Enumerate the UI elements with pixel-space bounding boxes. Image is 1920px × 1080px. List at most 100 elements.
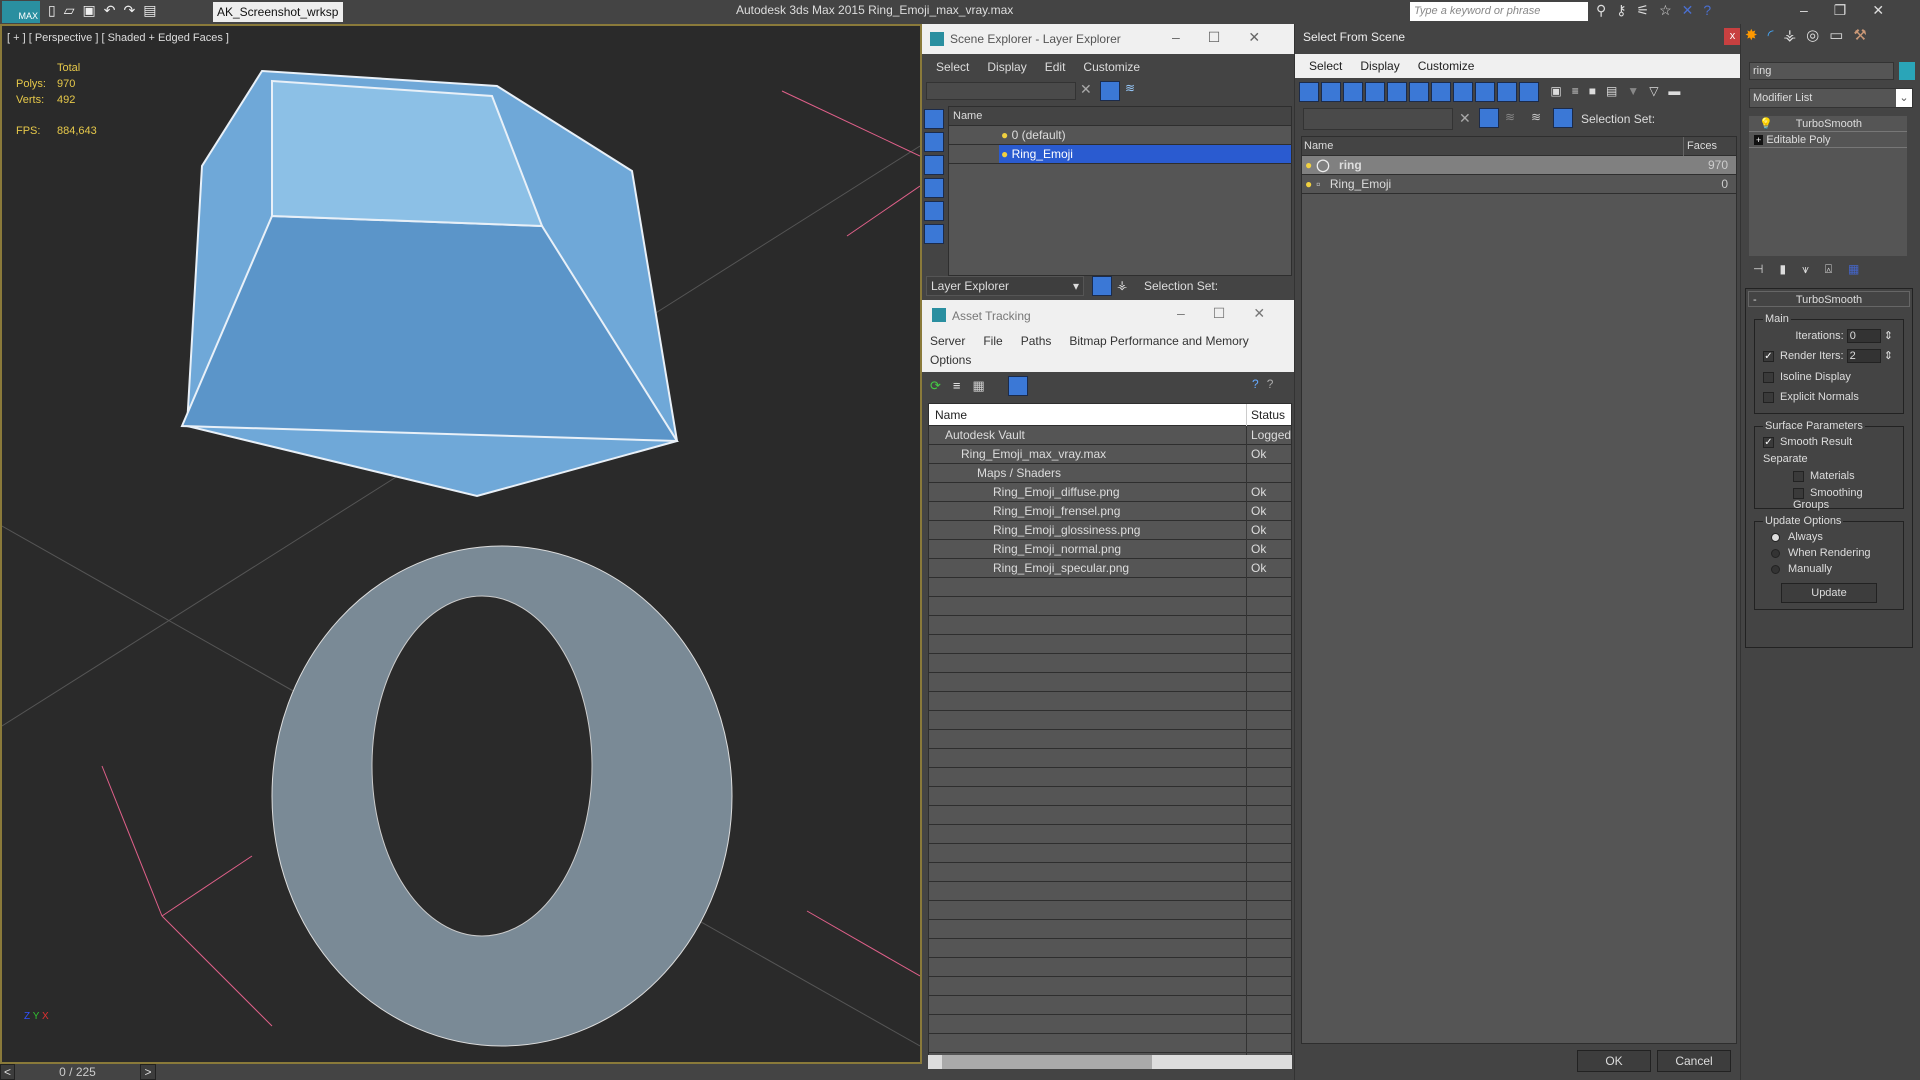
display-all-icon[interactable]: ≡ [1572,84,1589,98]
ok-button[interactable]: OK [1577,1050,1651,1072]
asset-row[interactable]: Maps / Shaders [929,464,1291,483]
invert-display-icon[interactable]: ▤ [1606,84,1627,98]
helpers-filter-icon[interactable] [924,201,944,221]
hierarchy-icon[interactable]: ⚶ [1117,278,1127,292]
visibility-icon[interactable]: ● [1302,158,1312,172]
lights-filter-icon[interactable] [924,155,944,175]
layer-highlight-icon[interactable]: ≋ [1125,81,1135,95]
next-frame-button[interactable]: > [140,1064,156,1080]
bones-filter-icon[interactable] [1475,82,1495,102]
restore-icon[interactable]: ❐ [1834,2,1873,18]
groups-filter-icon[interactable] [1431,82,1451,102]
menu-server[interactable]: Server [930,334,965,348]
asset-row[interactable]: Ring_Emoji_diffuse.png Ok [929,483,1291,502]
refresh-icon[interactable]: ⟳ [930,378,953,393]
menu-select[interactable]: Select [936,60,969,74]
filter-icon[interactable] [1479,108,1499,128]
pin-stack-icon[interactable]: ⊣ [1753,262,1779,276]
geometry-filter-icon[interactable] [1299,82,1319,102]
project-icon[interactable]: ▤ [143,2,164,18]
containers-filter-icon[interactable] [1497,82,1517,102]
clear-search-icon[interactable]: ✕ [1080,81,1092,98]
perspective-viewport[interactable]: [ + ] [ Perspective ] [ Shaded + Edged F… [0,24,922,1064]
binoculars-icon[interactable]: ⚲ [1596,2,1616,18]
expand-icon[interactable]: + [1754,135,1764,145]
star-icon[interactable]: ☆ [1659,2,1682,18]
lights-filter-icon[interactable] [1343,82,1363,102]
undo-icon[interactable]: ↶ [104,2,124,18]
stack-item-turbosmooth[interactable]: 💡 TurboSmooth [1749,116,1907,132]
menu-select[interactable]: Select [1309,59,1342,73]
iterations-spinner[interactable]: 0 [1846,329,1881,343]
render-iters-checkbox[interactable]: ✓ [1763,350,1774,362]
update-button[interactable]: Update [1781,583,1877,603]
column-header-faces[interactable]: Faces [1683,137,1717,156]
maximize-icon[interactable]: ☐ [1208,29,1249,45]
column-header-name[interactable]: Name [1302,140,1333,152]
cameras-filter-icon[interactable] [924,178,944,198]
hierarchy-icon[interactable] [1553,108,1573,128]
workspace-dropdown[interactable]: AK_Screenshot_wrksp ▾ [213,2,343,39]
geometry-filter-icon[interactable] [924,109,944,129]
configure-sets-icon[interactable]: ▦ [1848,262,1875,276]
isoline-checkbox[interactable] [1763,371,1774,383]
find-icon[interactable]: ▬ [1668,84,1690,98]
minimize-icon[interactable]: – [1172,29,1208,45]
asset-row[interactable]: Ring_Emoji_specular.png Ok [929,559,1291,578]
column-header-status[interactable]: Status [1246,404,1285,426]
frozen-filter-icon[interactable] [1519,82,1539,102]
app-logo-icon[interactable]: MAX [2,1,40,23]
horizontal-scrollbar[interactable] [928,1055,1292,1069]
render-iters-spinner[interactable]: 2 [1846,349,1881,363]
menu-edit[interactable]: Edit [1045,60,1066,74]
cancel-button[interactable]: Cancel [1657,1050,1731,1072]
spacewarps-filter-icon[interactable] [924,224,944,244]
manually-radio[interactable] [1771,564,1780,574]
maximize-icon[interactable]: ☐ [1213,305,1254,321]
menu-display[interactable]: Display [1360,59,1399,73]
save-icon[interactable]: ▣ [83,2,104,18]
materials-checkbox[interactable] [1793,470,1804,482]
new-file-icon[interactable]: ▯ [48,2,64,18]
spinner-arrows-icon[interactable]: ⇕ [1884,350,1893,362]
utilities-tab-icon[interactable]: ⚒ [1853,27,1876,44]
exchange-icon[interactable]: ✕ [1682,2,1704,18]
spinner-arrows-icon[interactable]: ⇕ [1884,330,1893,342]
menu-customize[interactable]: Customize [1418,59,1475,73]
show-end-result-icon[interactable]: ▮ [1779,262,1802,276]
menu-display[interactable]: Display [987,60,1026,74]
table-view-icon[interactable] [1008,376,1028,396]
time-slider[interactable]: 0 / 225 [15,1064,140,1080]
open-file-icon[interactable]: ▱ [64,2,83,18]
minimize-icon[interactable]: – [1177,305,1213,321]
close-button[interactable]: x [1724,28,1741,45]
helpers-filter-icon[interactable] [1387,82,1407,102]
scrollbar-thumb[interactable] [942,1055,1152,1069]
filter-options-icon[interactable]: ▽ [1649,84,1668,98]
minimize-icon[interactable]: – [1800,2,1834,18]
column-header-name[interactable]: Name [949,107,1291,126]
layers-toggle-icon[interactable] [1092,276,1112,296]
list-view-icon[interactable]: ≡ [953,378,973,393]
prev-frame-button[interactable]: < [0,1064,15,1080]
menu-bitmap-performance[interactable]: Bitmap Performance and Memory [1069,334,1248,348]
close-icon[interactable]: ✕ [1253,305,1293,321]
layer-highlight-icon[interactable]: ≋ [1505,110,1515,124]
object-search-input[interactable] [1303,108,1453,130]
column-header-name[interactable]: Name [929,408,967,422]
lightbulb-icon[interactable]: 💡 [1759,118,1773,130]
rollout-header[interactable]: - TurboSmooth [1748,291,1910,307]
hidden-objects-icon[interactable]: ▣ [1550,84,1571,98]
make-unique-icon[interactable]: ⩛ [1802,262,1825,276]
object-color-swatch[interactable] [1899,62,1915,80]
visibility-icon[interactable]: ● [1302,177,1312,191]
motion-tab-icon[interactable]: ◎ [1806,27,1829,44]
display-tab-icon[interactable]: ▭ [1829,27,1853,44]
spacewarps-filter-icon[interactable] [1409,82,1429,102]
create-tab-icon[interactable]: ✸ [1745,27,1768,44]
clear-search-icon[interactable]: ✕ [1459,110,1471,127]
scene-search-input[interactable] [926,82,1076,100]
stack-item-editable-poly[interactable]: + Editable Poly [1749,132,1907,148]
asset-row[interactable]: Ring_Emoji_glossiness.png Ok [929,521,1291,540]
tree-view-icon[interactable]: ▦ [973,378,997,393]
